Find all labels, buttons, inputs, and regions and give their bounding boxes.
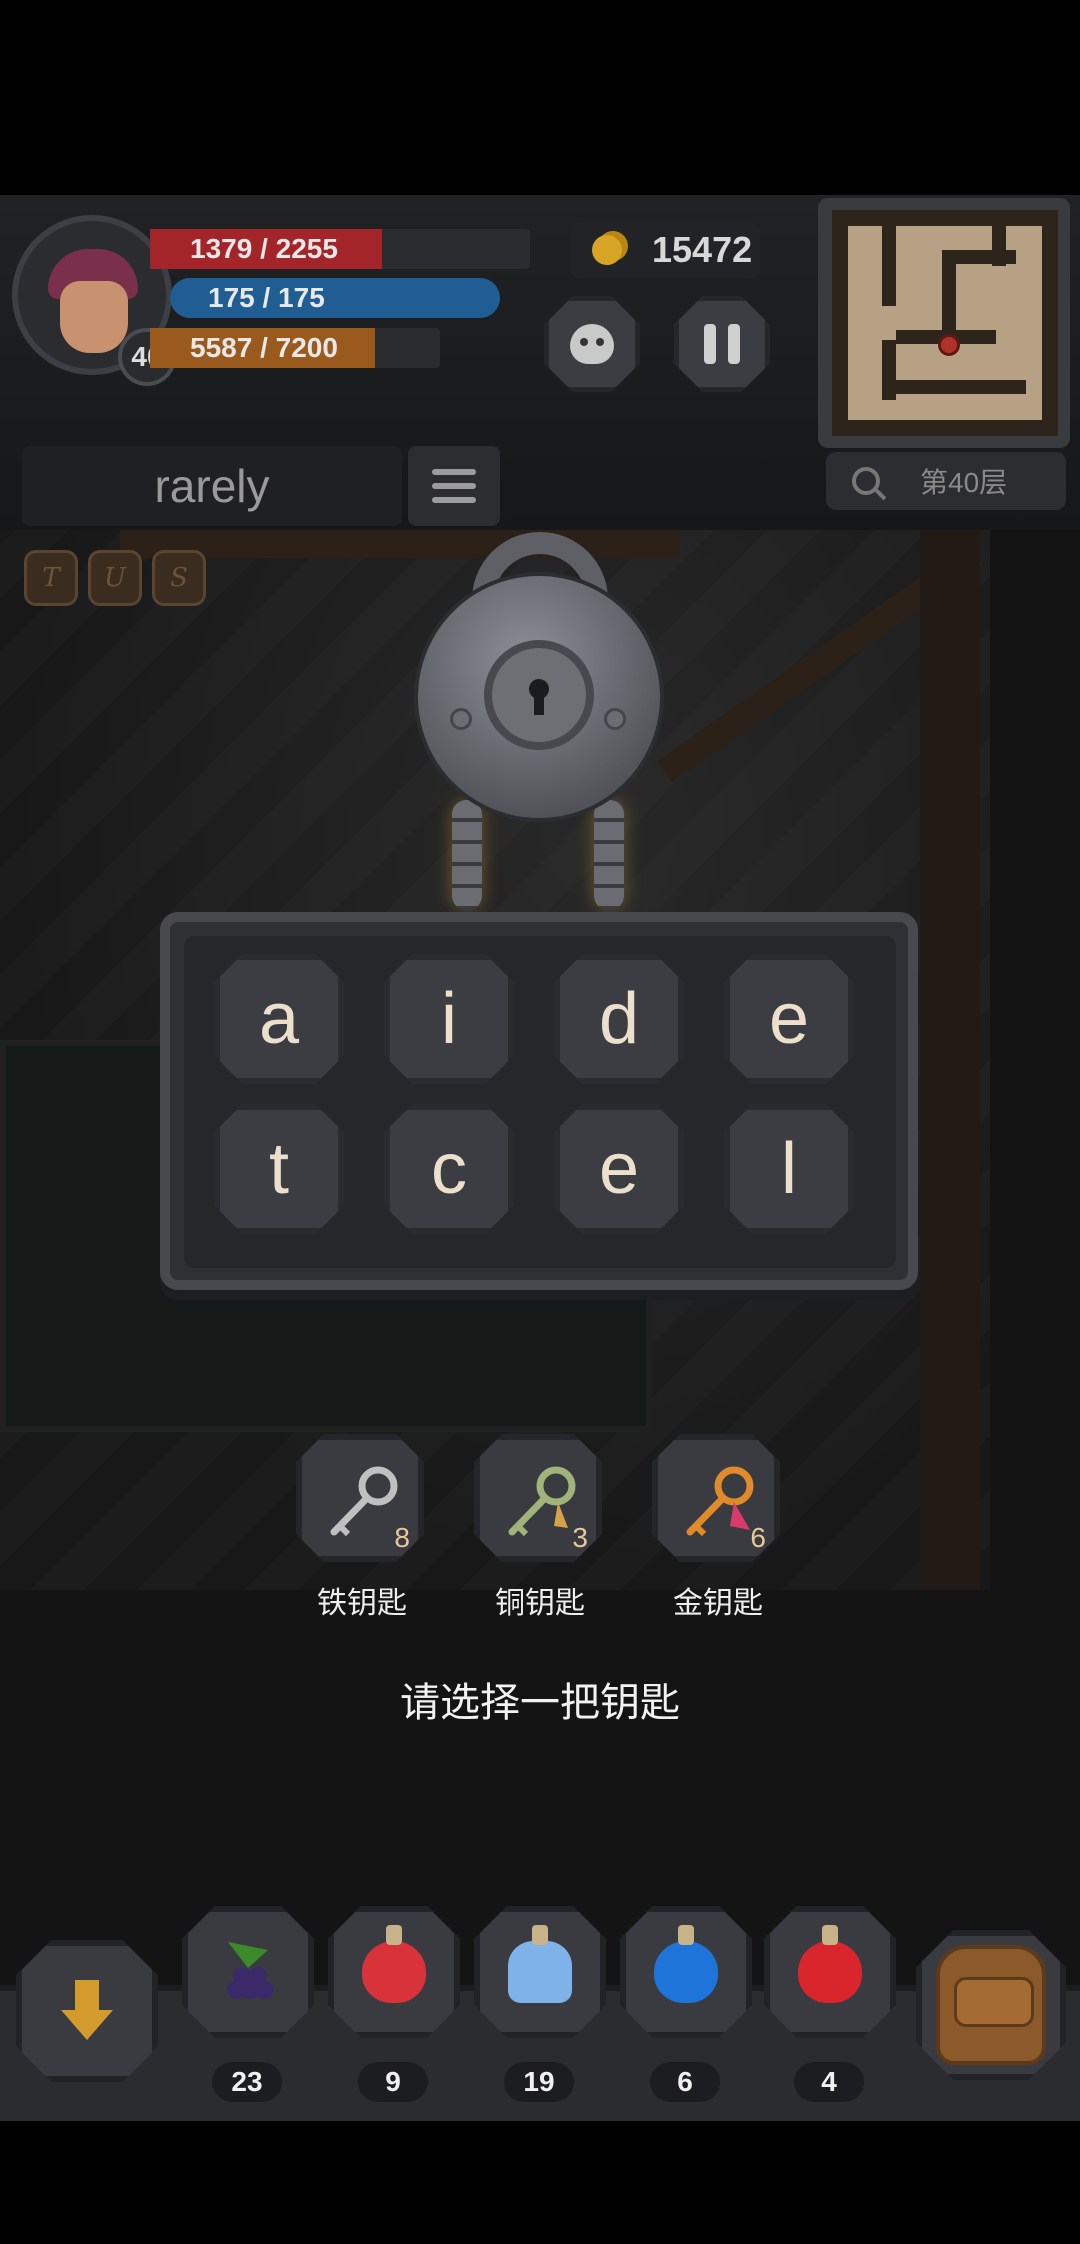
hp-text: 1379 / 2255 [190,233,338,264]
grape-icon [227,1942,273,1999]
padlock-bolt [450,708,472,730]
iron-key-button[interactable]: 8 [296,1434,424,1562]
gold-key-button[interactable]: 6 [652,1434,780,1562]
copper-key-button[interactable]: 3 [474,1434,602,1562]
coin-counter: 15472 [570,222,760,278]
inventory-slot[interactable] [764,1906,896,2038]
letter-tile[interactable]: i [384,954,514,1084]
gold-key-label: 金钥匙 [673,1587,763,1620]
item-count: 23 [212,2062,282,2102]
letter-tile[interactable]: l [724,1104,854,1234]
mp-text: 175 / 175 [208,282,325,313]
backpack-icon [936,1945,1046,2065]
current-word-box: rarely [22,446,402,526]
letter-tile[interactable]: c [384,1104,514,1234]
coin-icon [592,235,622,265]
letter-tile[interactable]: e [554,1104,684,1234]
floor-indicator[interactable]: 第40层 [826,452,1066,510]
rune-stone[interactable]: S [152,550,206,606]
item-count: 6 [650,2062,720,2102]
floor-text: 第40层 [920,467,1008,498]
red-potion-icon [362,1925,426,2003]
blue-flask-icon [654,1925,718,2003]
wood-beam [120,530,680,558]
current-word-text: rarely [154,460,270,512]
inventory-slot[interactable] [182,1906,314,2038]
chain-right [594,800,624,910]
mp-bar: 175 / 175 [170,278,500,318]
word-list-button[interactable] [408,446,500,526]
iron-key-count: 8 [394,1522,410,1553]
pause-button[interactable] [674,296,770,392]
gold-key-count: 6 [750,1522,766,1553]
keyhole-icon [484,640,594,750]
item-count: 4 [794,2062,864,2102]
down-arrow-icon [61,1980,113,2040]
monster-face-icon [570,324,614,364]
hp-bar: 1379 / 2255 [150,229,383,269]
copper-key-count: 3 [572,1522,588,1553]
padlock-bolt [604,708,626,730]
inventory-slot[interactable] [328,1906,460,2038]
item-count: 9 [358,2062,428,2102]
iron-key-label: 铁钥匙 [317,1587,407,1620]
xp-bar: 5587 / 7200 [150,328,376,368]
letter-tile[interactable]: e [724,954,854,1084]
rune-stone[interactable]: U [88,550,142,606]
minimap[interactable] [832,210,1058,436]
search-icon [852,467,880,495]
monster-info-button[interactable] [544,296,640,392]
choose-key-prompt: 请选择一把钥匙 [400,1681,680,1725]
backpack-button[interactable] [916,1930,1066,2080]
rune-stone[interactable]: T [24,550,78,606]
inventory-slot[interactable] [474,1906,606,2038]
letter-tile[interactable]: t [214,1104,344,1234]
copper-key-label: 铜钥匙 [495,1587,585,1620]
item-count: 19 [504,2062,574,2102]
descend-button[interactable] [16,1940,158,2082]
letter-tile[interactable]: d [554,954,684,1084]
pause-icon [704,324,740,364]
chain-left [452,800,482,910]
blue-vial-icon [508,1925,572,2003]
xp-text: 5587 / 7200 [190,332,338,363]
list-icon [432,469,476,503]
avatar-face [60,281,128,353]
coin-value: 15472 [652,229,753,270]
letter-tile[interactable]: a [214,954,344,1084]
red-flask-icon [798,1925,862,2003]
player-marker-icon [938,334,960,356]
inventory-slot[interactable] [620,1906,752,2038]
